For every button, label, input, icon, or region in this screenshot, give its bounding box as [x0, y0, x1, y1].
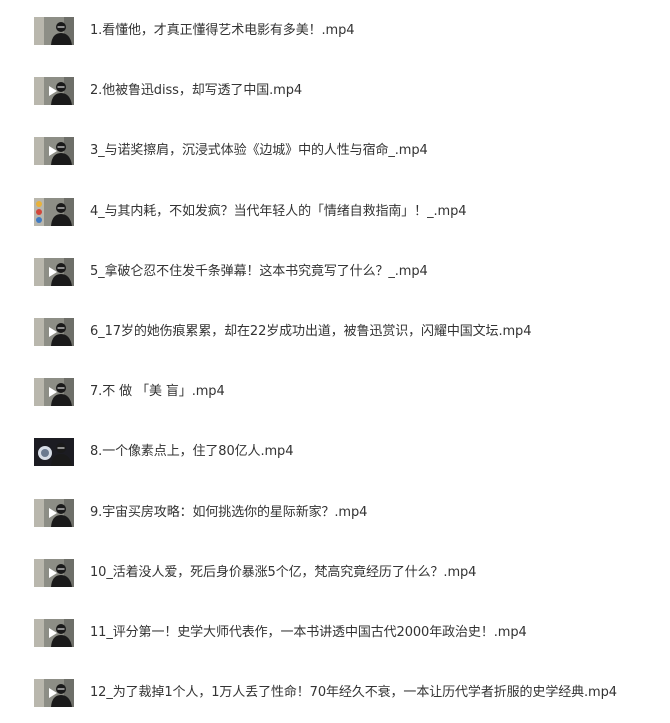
file-row[interactable]: 12_为了裁掉1个人，1万人丢了性命！70年经久不衰，一本让历代学者折服的史学经… — [0, 676, 670, 716]
video-thumbnail[interactable] — [34, 17, 74, 45]
file-row[interactable]: 11_评分第一！史学大师代表作，一本书讲透中国古代2000年政治史！.mp4 — [0, 616, 670, 656]
video-thumbnail[interactable] — [34, 559, 74, 587]
video-thumbnail[interactable] — [34, 679, 74, 707]
play-icon — [49, 146, 57, 156]
thumbnail-image — [34, 17, 74, 45]
file-row[interactable]: 4_与其内耗，不如发疯？当代年轻人的「情绪自救指南」！_.mp4 — [0, 195, 670, 235]
video-thumbnail[interactable] — [34, 438, 74, 466]
file-name[interactable]: 8.一个像素点上，住了80亿人.mp4 — [90, 442, 293, 462]
file-row[interactable]: 7.不 做 「美 盲」.mp4 — [0, 375, 670, 415]
file-row[interactable]: 10_活着没人爱，死后身价暴涨5个亿，梵高究竟经历了什么？.mp4 — [0, 556, 670, 596]
thumbnail-image — [34, 438, 74, 466]
file-row[interactable]: 8.一个像素点上，住了80亿人.mp4 — [0, 435, 670, 475]
play-icon — [49, 688, 57, 698]
video-thumbnail[interactable] — [34, 318, 74, 346]
file-name[interactable]: 10_活着没人爱，死后身价暴涨5个亿，梵高究竟经历了什么？.mp4 — [90, 563, 476, 583]
play-icon — [49, 267, 57, 277]
video-file-list: 1.看懂他，才真正懂得艺术电影有多美！.mp4 2.他被鲁迅diss，却写透了中国… — [0, 0, 670, 723]
video-thumbnail[interactable] — [34, 258, 74, 286]
file-row[interactable]: 5_拿破仑忍不住发千条弹幕！这本书究竟写了什么？_.mp4 — [0, 255, 670, 295]
file-row[interactable]: 6_17岁的她伤痕累累，却在22岁成功出道，被鲁迅赏识，闪耀中国文坛.mp4 — [0, 315, 670, 355]
file-row[interactable]: 3_与诺奖擦肩，沉浸式体验《边城》中的人性与宿命_.mp4 — [0, 134, 670, 174]
video-thumbnail[interactable] — [34, 77, 74, 105]
file-name[interactable]: 6_17岁的她伤痕累累，却在22岁成功出道，被鲁迅赏识，闪耀中国文坛.mp4 — [90, 322, 531, 342]
thumbnail-image — [34, 198, 74, 226]
play-icon — [49, 508, 57, 518]
video-thumbnail[interactable] — [34, 198, 74, 226]
file-name[interactable]: 12_为了裁掉1个人，1万人丢了性命！70年经久不衰，一本让历代学者折服的史学经… — [90, 683, 617, 703]
video-thumbnail[interactable] — [34, 619, 74, 647]
play-icon — [49, 327, 57, 337]
file-row[interactable]: 2.他被鲁迅diss，却写透了中国.mp4 — [0, 74, 670, 114]
file-name[interactable]: 9.宇宙买房攻略：如何挑选你的星际新家？.mp4 — [90, 503, 367, 523]
play-icon — [49, 568, 57, 578]
file-row[interactable]: 1.看懂他，才真正懂得艺术电影有多美！.mp4 — [0, 14, 670, 54]
file-row[interactable]: 9.宇宙买房攻略：如何挑选你的星际新家？.mp4 — [0, 496, 670, 536]
file-name[interactable]: 11_评分第一！史学大师代表作，一本书讲透中国古代2000年政治史！.mp4 — [90, 623, 527, 643]
file-name[interactable]: 4_与其内耗，不如发疯？当代年轻人的「情绪自救指南」！_.mp4 — [90, 202, 466, 222]
file-name[interactable]: 2.他被鲁迅diss，却写透了中国.mp4 — [90, 81, 302, 101]
video-thumbnail[interactable] — [34, 378, 74, 406]
file-name[interactable]: 1.看懂他，才真正懂得艺术电影有多美！.mp4 — [90, 21, 355, 41]
file-name[interactable]: 3_与诺奖擦肩，沉浸式体验《边城》中的人性与宿命_.mp4 — [90, 141, 428, 161]
play-icon — [49, 628, 57, 638]
file-name[interactable]: 5_拿破仑忍不住发千条弹幕！这本书究竟写了什么？_.mp4 — [90, 262, 428, 282]
video-thumbnail[interactable] — [34, 499, 74, 527]
play-icon — [49, 86, 57, 96]
file-name[interactable]: 7.不 做 「美 盲」.mp4 — [90, 382, 225, 402]
play-icon — [49, 387, 57, 397]
video-thumbnail[interactable] — [34, 137, 74, 165]
